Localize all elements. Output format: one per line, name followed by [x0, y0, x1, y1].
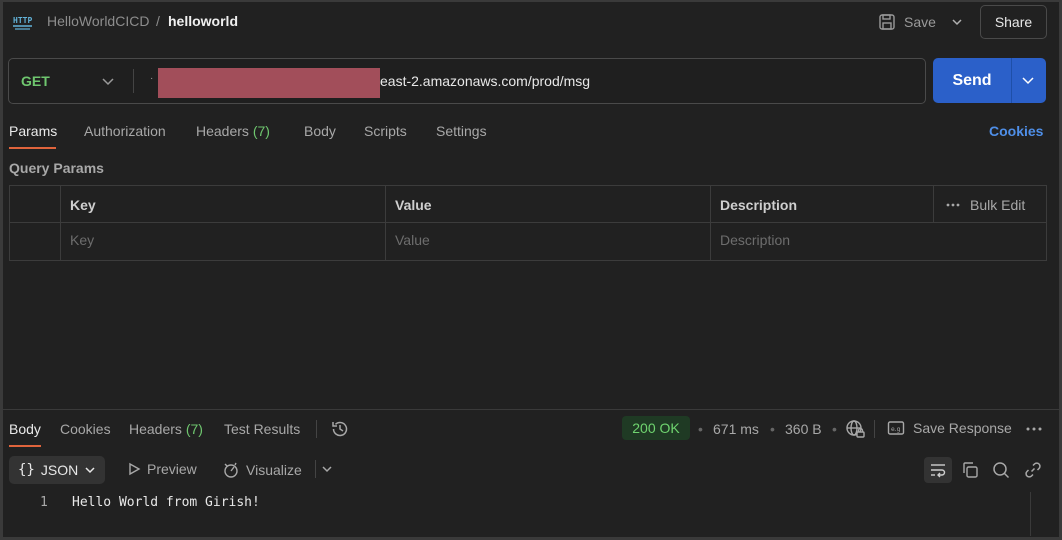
visualize-icon	[222, 461, 240, 479]
http-icon: HTTP	[12, 12, 34, 32]
meta-separator: •	[698, 421, 703, 437]
tab-settings[interactable]: Settings	[436, 123, 487, 139]
url-redaction	[158, 68, 380, 98]
breadcrumb-separator: /	[156, 13, 160, 29]
history-icon[interactable]	[330, 419, 350, 439]
format-label: JSON	[40, 462, 79, 478]
save-response-label: Save Response	[913, 420, 1012, 436]
table-header-divider	[9, 222, 1047, 223]
response-active-tab-underline	[9, 445, 41, 447]
column-header-key: Key	[70, 197, 96, 213]
meta-divider	[874, 420, 875, 438]
send-options-chevron-icon[interactable]	[1020, 72, 1036, 88]
active-tab-underline	[9, 147, 56, 149]
response-tab-headers-label: Headers	[129, 421, 182, 437]
response-tab-headers[interactable]: Headers (7)	[129, 421, 203, 437]
line-number: 1	[40, 495, 48, 510]
save-icon	[878, 13, 896, 31]
braces-icon: {}	[18, 462, 35, 478]
save-label: Save	[904, 14, 936, 30]
breadcrumb-collection[interactable]: HelloWorldCICD	[47, 13, 149, 29]
table-column-divider	[710, 185, 711, 261]
tab-scripts[interactable]: Scripts	[364, 123, 407, 139]
visualize-label: Visualize	[246, 462, 302, 478]
svg-text:HTTP: HTTP	[13, 16, 32, 25]
meta-separator: •	[770, 421, 775, 437]
query-params-table	[9, 185, 1047, 261]
chevron-down-icon[interactable]	[100, 73, 116, 89]
query-params-title: Query Params	[9, 160, 104, 176]
table-column-divider	[60, 185, 61, 261]
save-button[interactable]: Save	[878, 12, 936, 32]
param-value-input[interactable]: Value	[395, 232, 430, 248]
more-icon[interactable]	[1026, 426, 1042, 432]
method-select[interactable]: GET	[21, 73, 50, 89]
response-tab-headers-count: (7)	[185, 421, 203, 437]
response-time[interactable]: 671 ms	[713, 421, 759, 437]
save-options-chevron-icon[interactable]	[948, 12, 966, 32]
param-key-input[interactable]: Key	[70, 232, 94, 248]
tab-body[interactable]: Body	[304, 123, 336, 139]
response-tab-body[interactable]: Body	[9, 421, 41, 437]
table-column-divider	[385, 185, 386, 261]
copy-icon[interactable]	[959, 459, 981, 481]
response-pane-divider[interactable]	[3, 409, 1059, 410]
tab-divider	[316, 420, 317, 438]
status-badge[interactable]: 200 OK	[622, 416, 690, 440]
save-response-icon: e.g	[887, 419, 905, 437]
format-select[interactable]: {} JSON	[9, 456, 105, 484]
tab-headers-label: Headers	[196, 123, 249, 139]
meta-separator: •	[832, 421, 837, 437]
url-input[interactable]: east-2.amazonaws.com/prod/msg	[380, 73, 590, 89]
more-icon	[946, 202, 960, 208]
save-response-button[interactable]: e.g Save Response	[887, 419, 1012, 437]
wrap-icon[interactable]	[924, 457, 952, 483]
response-tab-test-results[interactable]: Test Results	[224, 421, 300, 437]
response-tab-cookies[interactable]: Cookies	[60, 421, 111, 437]
share-button[interactable]: Share	[980, 5, 1047, 39]
preview-label: Preview	[147, 461, 197, 477]
tab-authorization[interactable]: Authorization	[84, 123, 166, 139]
scrollbar[interactable]	[1030, 492, 1031, 536]
breadcrumb-request[interactable]: helloworld	[168, 13, 238, 29]
search-icon[interactable]	[990, 459, 1012, 481]
cookies-link[interactable]: Cookies	[989, 123, 1043, 139]
play-icon	[127, 462, 141, 476]
tab-headers[interactable]: Headers (7)	[196, 123, 270, 139]
chevron-down-icon	[84, 464, 96, 476]
url-divider	[133, 69, 134, 93]
column-header-value: Value	[395, 197, 432, 213]
bulk-edit-label: Bulk Edit	[970, 197, 1026, 213]
response-size[interactable]: 360 B	[785, 421, 822, 437]
column-header-description: Description	[720, 197, 798, 213]
globe-lock-icon[interactable]	[845, 419, 865, 439]
visualize-button[interactable]: Visualize	[222, 461, 302, 479]
url-leading-dot: ·	[150, 73, 154, 84]
table-column-divider	[933, 185, 934, 222]
link-icon[interactable]	[1022, 459, 1044, 481]
send-split-divider	[1011, 58, 1012, 103]
tab-params[interactable]: Params	[9, 123, 57, 139]
toolbar-divider	[315, 460, 316, 478]
visualize-options-chevron-icon[interactable]	[320, 462, 334, 476]
tab-headers-count: (7)	[252, 123, 270, 139]
svg-text:e.g: e.g	[891, 426, 901, 433]
response-body-line[interactable]: Hello World from Girish!	[72, 495, 260, 510]
param-description-input[interactable]: Description	[720, 232, 790, 248]
preview-button[interactable]: Preview	[127, 461, 197, 477]
send-button[interactable]: Send	[933, 58, 1011, 103]
bulk-edit-button[interactable]: Bulk Edit	[946, 197, 1025, 213]
